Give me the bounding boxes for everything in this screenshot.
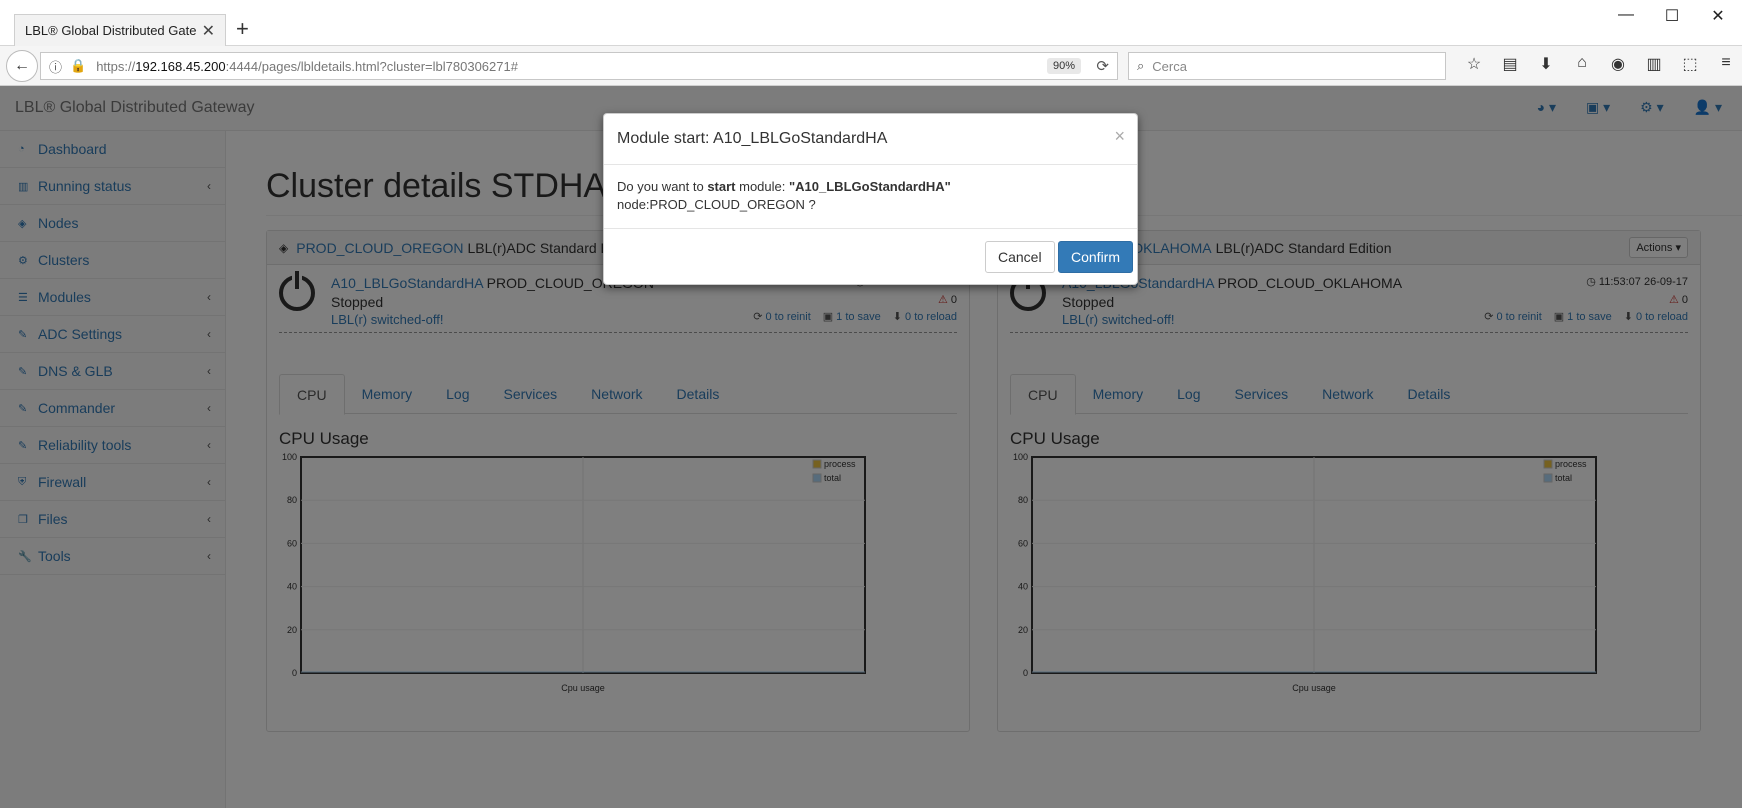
pocket-icon[interactable]: ◉ [1600,54,1636,74]
home-icon[interactable]: ⌂ [1564,54,1600,74]
close-window-icon[interactable]: ✕ [1694,6,1742,26]
download-icon[interactable]: ⬇ [1528,54,1564,74]
new-tab-icon[interactable]: + [236,18,249,40]
module-start-dialog: Module start: A10_LBLGoStandardHA × Do y… [603,113,1138,285]
tab-title: LBL® Global Distributed Gateway [25,23,196,38]
browser-toolbar-icons: ☆ ▤ ⬇ ⌂ ◉ ▥ ⬚ ≡ [1456,54,1742,74]
search-input[interactable]: ⌕ Cerca [1128,52,1446,80]
modal-body: Do you want to start module: "A10_LBLGoS… [604,165,1137,229]
confirm-button[interactable]: Confirm [1058,241,1134,273]
search-placeholder: Cerca [1152,58,1187,74]
reload-icon[interactable]: ⟳ [1096,57,1109,75]
zoom-level[interactable]: 90% [1046,58,1081,74]
modal-title: Module start: A10_LBLGoStandardHA [617,130,888,147]
search-icon: ⌕ [1137,58,1145,73]
minimize-icon[interactable]: — [1602,6,1650,24]
screenshot-icon[interactable]: ⬚ [1672,54,1708,74]
url-text: https://192.168.45.200:4444/pages/lbldet… [96,58,518,74]
back-arrow-icon[interactable]: ← [6,50,38,82]
url-bar[interactable]: ⓘ 🔒 https://192.168.45.200:4444/pages/lb… [40,52,1118,80]
modal-footer: Cancel Confirm [604,229,1137,285]
reading-list-icon[interactable]: ▤ [1492,54,1528,74]
modal-header: Module start: A10_LBLGoStandardHA × [604,114,1137,165]
close-tab-icon[interactable]: ✕ [202,21,215,41]
reader-icon[interactable]: ▥ [1636,54,1672,74]
browser-tab[interactable]: LBL® Global Distributed Gateway ✕ [14,14,226,46]
info-icon[interactable]: ⓘ [49,57,62,76]
browser-titlebar: LBL® Global Distributed Gateway ✕ + — ☐ … [0,0,1742,46]
maximize-icon[interactable]: ☐ [1648,6,1696,26]
menu-icon[interactable]: ≡ [1708,54,1742,74]
bookmark-star-icon[interactable]: ☆ [1456,54,1492,74]
lock-icon[interactable]: 🔒 [70,58,86,74]
close-icon[interactable]: × [1114,126,1125,147]
browser-toolbar: ← ⓘ 🔒 https://192.168.45.200:4444/pages/… [0,46,1742,86]
cancel-button[interactable]: Cancel [985,241,1055,273]
